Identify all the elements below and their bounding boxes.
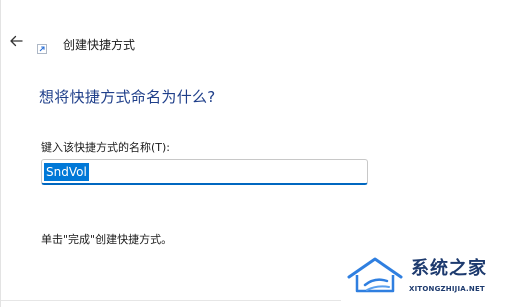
finish-hint: 单击"完成"创建快捷方式。 xyxy=(41,233,173,246)
back-button[interactable] xyxy=(7,32,25,50)
create-shortcut-window: 创建快捷方式 想将快捷方式命名为什么? 键入该快捷方式的名称(T): SndVo… xyxy=(0,0,507,307)
shortcut-name-label: 键入该快捷方式的名称(T): xyxy=(41,141,171,154)
shortcut-name-input[interactable]: SndVol xyxy=(41,159,368,185)
footer-divider xyxy=(1,300,341,301)
page-heading: 想将快捷方式命名为什么? xyxy=(39,88,216,106)
shortcut-icon xyxy=(37,39,47,54)
watermark-url: XITONGZHIJIA.NET xyxy=(409,285,485,293)
shortcut-name-value: SndVol xyxy=(44,163,89,181)
house-logo-icon xyxy=(345,255,405,295)
wizard-title: 创建快捷方式 xyxy=(63,38,136,52)
watermark-brand: 系统之家 xyxy=(411,258,487,279)
arrow-left-icon xyxy=(10,35,23,47)
